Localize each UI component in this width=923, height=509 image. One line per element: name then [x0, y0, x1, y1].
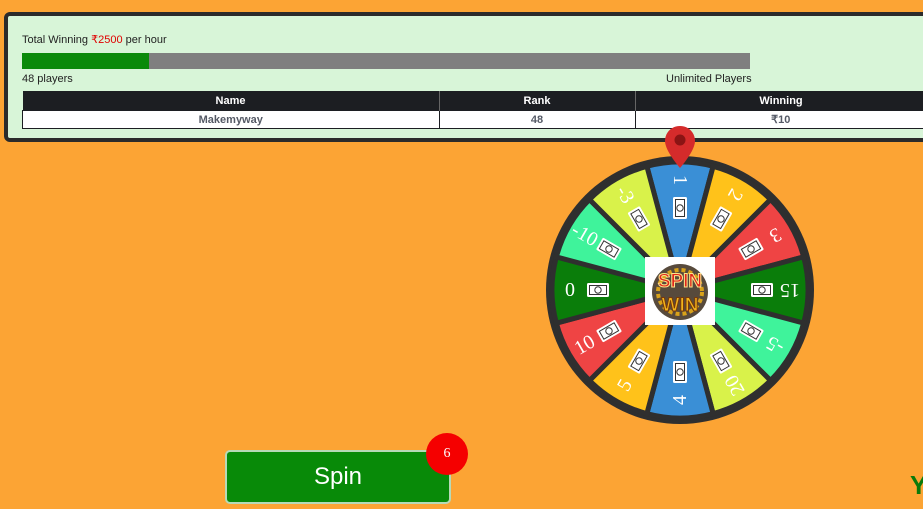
- spin-button[interactable]: Spin: [225, 450, 451, 504]
- column-header-winning: Winning: [634, 91, 923, 111]
- corner-text-fragment: Y: [910, 470, 923, 500]
- column-header-rank: Rank: [438, 91, 635, 111]
- column-header-name: Name: [22, 91, 439, 111]
- money-icon: [587, 283, 609, 297]
- total-winning-prefix: Total Winning: [22, 34, 92, 46]
- unlimited-players-label: Unlimited Players: [666, 73, 752, 85]
- stats-panel: Total Winning ₹2500 per hour 48 players …: [4, 12, 923, 142]
- cell-rank: 48: [438, 110, 636, 129]
- money-icon: [751, 283, 773, 297]
- logo-text-top: SPIN: [658, 271, 702, 292]
- wheel-segment-label: 15: [780, 279, 800, 301]
- money-icon: [673, 361, 687, 383]
- total-winning-text: Total Winning ₹2500 per hour: [22, 33, 167, 46]
- spin-win-logo: SPIN WIN: [645, 257, 715, 325]
- table-header-row: Name Rank Winning: [22, 91, 923, 111]
- cell-name: Makemyway: [22, 110, 440, 129]
- logo-text-bottom: WIN: [662, 295, 699, 316]
- wheel-pointer-icon: [665, 126, 695, 168]
- money-icon: [673, 197, 687, 219]
- wheel-segment-label: 4: [669, 395, 691, 405]
- total-winning-suffix: per hour: [122, 34, 167, 46]
- wheel-segment-label: 0: [565, 279, 575, 301]
- players-progress-bar: [22, 53, 750, 69]
- table-row: Makemyway 48 ₹10: [22, 110, 923, 129]
- wheel-segment-label: 1: [669, 175, 691, 185]
- players-count: 48 players: [22, 73, 73, 85]
- spins-remaining-badge: 6: [426, 433, 468, 475]
- total-winning-amount: ₹2500: [91, 34, 123, 46]
- progress-fill: [22, 53, 150, 69]
- leaderboard-table: Name Rank Winning Makemyway 48 ₹10: [22, 91, 923, 129]
